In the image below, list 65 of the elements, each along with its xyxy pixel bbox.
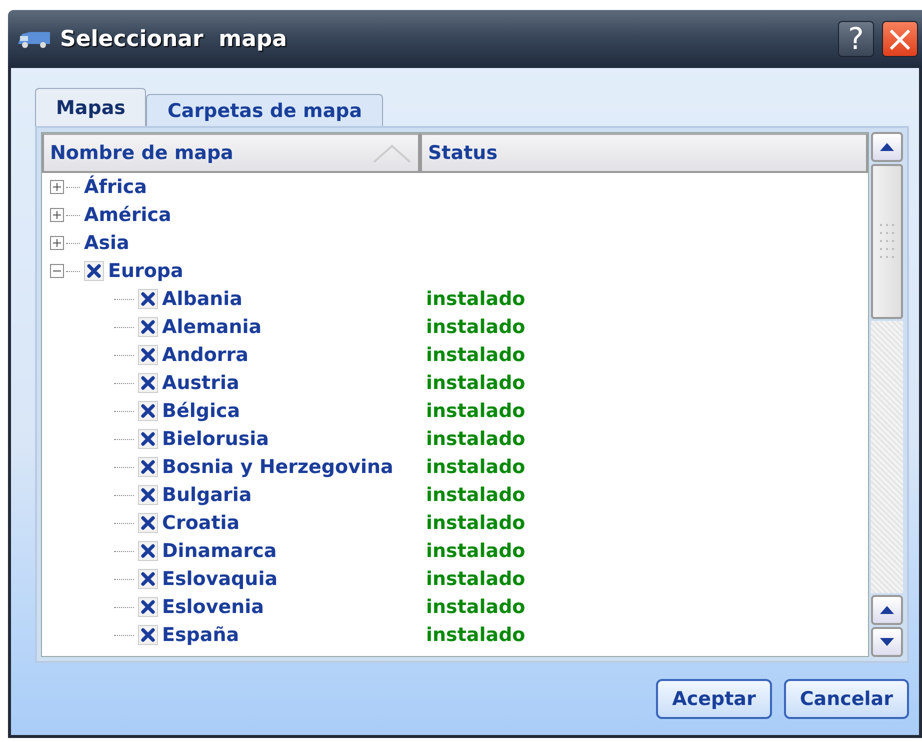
tree-item[interactable]: Europa xyxy=(108,260,184,282)
checkbox[interactable] xyxy=(138,289,158,309)
checkbox[interactable] xyxy=(138,345,158,365)
scroll-up-button[interactable] xyxy=(871,132,903,162)
dialog-button[interactable]: Cancelar xyxy=(784,679,909,719)
status-text: instalado xyxy=(425,288,526,310)
tab[interactable]: Mapas xyxy=(35,88,146,126)
checkbox[interactable] xyxy=(138,429,158,449)
status-text: instalado xyxy=(425,372,526,394)
window-title: Seleccionar mapa xyxy=(60,26,288,52)
tree-item[interactable]: Andorra xyxy=(162,344,248,366)
column-header[interactable]: Nombre de mapa xyxy=(42,133,420,173)
checkbox[interactable] xyxy=(138,457,158,477)
checkbox[interactable] xyxy=(138,597,158,617)
checkbox[interactable] xyxy=(138,569,158,589)
tab[interactable]: Carpetas de mapa xyxy=(146,94,384,126)
status-text: instalado xyxy=(425,596,526,618)
help-button[interactable]: ? xyxy=(838,21,874,57)
tree-item[interactable]: Dinamarca xyxy=(162,540,277,562)
status-text: instalado xyxy=(425,512,526,534)
checkbox[interactable] xyxy=(138,401,158,421)
checkbox[interactable] xyxy=(138,625,158,645)
tree-item[interactable]: Bélgica xyxy=(162,400,240,422)
tree-item[interactable]: Eslovaquia xyxy=(162,568,278,590)
checkbox[interactable] xyxy=(138,513,158,533)
status-text: instalado xyxy=(425,428,526,450)
expand-icon[interactable] xyxy=(50,208,64,222)
status-text: instalado xyxy=(425,316,526,338)
expand-icon[interactable] xyxy=(50,180,64,194)
scroll-up-button[interactable] xyxy=(871,595,903,625)
tree-item[interactable]: Bielorusia xyxy=(162,428,269,450)
scroll-down-button[interactable] xyxy=(871,627,903,657)
checkbox[interactable] xyxy=(84,261,104,281)
checkbox[interactable] xyxy=(138,317,158,337)
scrollbar-thumb[interactable] xyxy=(871,164,903,319)
tree-item[interactable]: Austria xyxy=(162,372,240,394)
down-arrow-icon xyxy=(880,638,894,646)
column-header[interactable]: Status xyxy=(420,133,868,173)
tree-item[interactable]: Bulgaria xyxy=(162,484,252,506)
tree-item[interactable]: Albania xyxy=(162,288,242,310)
status-text: instalado xyxy=(425,484,526,506)
tree-item[interactable]: América xyxy=(84,204,172,226)
tree-item[interactable]: África xyxy=(84,176,147,198)
sort-icon xyxy=(372,143,412,163)
tree-item[interactable]: Asia xyxy=(84,232,130,254)
status-text: instalado xyxy=(425,344,526,366)
tree-item[interactable]: Bosnia y Herzegovina xyxy=(162,456,394,478)
checkbox[interactable] xyxy=(138,541,158,561)
scrollbar-track[interactable] xyxy=(871,321,903,593)
status-text: instalado xyxy=(425,456,526,478)
status-text: instalado xyxy=(425,540,526,562)
status-text: instalado xyxy=(425,624,526,646)
checkbox[interactable] xyxy=(138,485,158,505)
checkbox[interactable] xyxy=(138,373,158,393)
tree-item[interactable]: Croatia xyxy=(162,512,240,534)
tree-item[interactable]: Eslovenia xyxy=(162,596,264,618)
status-text: instalado xyxy=(425,400,526,422)
expand-icon[interactable] xyxy=(50,236,64,250)
up-arrow-icon xyxy=(880,143,894,151)
tree-item[interactable]: Alemania xyxy=(162,316,262,338)
collapse-icon[interactable] xyxy=(50,264,64,278)
dialog-button[interactable]: Aceptar xyxy=(656,679,772,719)
up-arrow-icon xyxy=(880,606,894,614)
status-text: instalado xyxy=(425,568,526,590)
tree-item[interactable]: España xyxy=(162,624,240,646)
